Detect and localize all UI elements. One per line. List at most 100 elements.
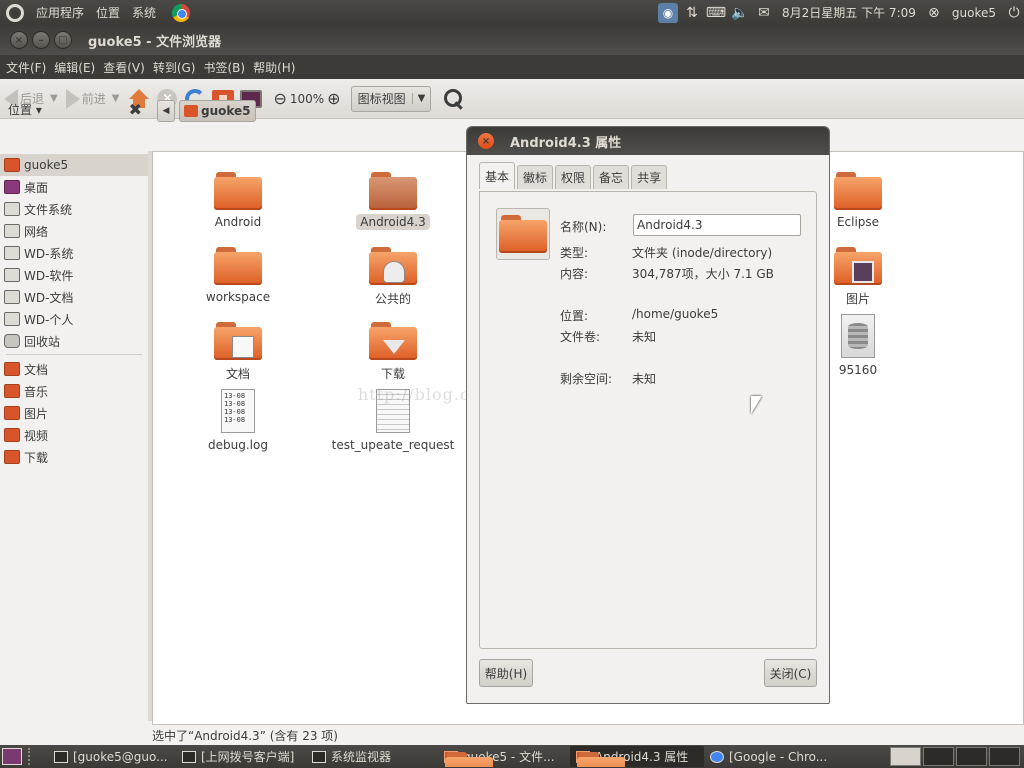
file-item[interactable]: workspace [173,247,303,305]
user-name[interactable]: guoke5 [948,6,1000,20]
desktop-icon [4,180,20,194]
sidebar-item-label: WD-文档 [24,290,74,305]
dialog-close-icon[interactable]: × [478,133,494,149]
file-name: Android [214,215,262,229]
view-mode-select[interactable]: 图标视图 ▼ [350,85,432,112]
workspace-2[interactable] [923,747,954,766]
task-system-monitor[interactable]: 系统监视器 [306,746,438,767]
close-button[interactable]: 关闭(C) [764,659,817,687]
sidebar-item-desktop[interactable]: 桌面 [0,176,148,198]
file-item-selected[interactable]: Android4.3 [328,172,458,230]
sidebar-header-label: 位置 [8,102,33,117]
task-label: 系统监视器 [331,750,392,764]
transfer-arrows-icon[interactable]: ⇅ [682,3,702,23]
sidebar-item-wd-software[interactable]: WD-软件 [0,264,148,286]
menu-edit[interactable]: 编辑(E) [50,59,99,76]
file-item[interactable]: 文档 [173,322,303,383]
sidebar-item-pictures[interactable]: 图片 [0,402,148,424]
workspace-1[interactable] [890,747,921,766]
menu-view[interactable]: 查看(V) [99,59,149,76]
tab-permissions[interactable]: 权限 [555,165,592,189]
task-file-browser[interactable]: guoke5 - 文件... [438,746,570,767]
sidebar-item-network[interactable]: 网络 [0,220,148,242]
help-button[interactable]: 帮助(H) [479,659,533,687]
menu-system[interactable]: 系统 [126,4,162,21]
window-maximize-button[interactable]: □ [54,31,72,49]
workspace-4[interactable] [989,747,1020,766]
sidebar-item-music[interactable]: 音乐 [0,380,148,402]
terminal-icon [54,750,68,763]
user-status-icon[interactable]: ⊗ [924,3,944,23]
sidebar-item-home[interactable]: guoke5 [0,154,148,176]
close-sidebar-icon[interactable]: ✖ [129,100,142,119]
sidebar-item-wd-system[interactable]: WD-系统 [0,242,148,264]
dialog-titlebar[interactable]: × Android4.3 属性 [467,127,829,155]
menu-help[interactable]: 帮助(H) [249,59,299,76]
task-properties[interactable]: Android4.3 属性 [570,746,704,767]
window-minimize-button[interactable]: – [32,31,50,49]
task-chrome[interactable]: [Google - Chro... [704,746,840,767]
ubuntu-logo-icon[interactable] [6,3,24,22]
power-icon[interactable]: ⏻ [1004,3,1024,23]
menu-applications[interactable]: 应用程序 [30,4,90,21]
clock[interactable]: 8月2日星期五 下午 7:09 [778,4,920,21]
window-titlebar[interactable]: × – □ guoke5 - 文件浏览器 [0,25,1024,55]
show-desktop-button[interactable] [2,748,22,765]
volume-icon[interactable]: 🔈 [730,3,750,23]
folder-icon-button[interactable] [496,208,550,260]
sidebar: guoke5 桌面 文件系统 网络 WD-系统 WD-软件 WD-文档 WD-个… [0,154,148,720]
sidebar-item-label: 文档 [24,362,49,377]
top-panel: 应用程序 位置 系统 ◉ ⇅ ⌨ 🔈 ✉ 8月2日星期五 下午 7:09 ⊗ g… [0,0,1024,25]
zoom-level: 100% [289,91,325,106]
tab-basic[interactable]: 基本 [479,162,516,189]
search-icon[interactable] [443,88,465,110]
menu-file[interactable]: 文件(F) [2,59,50,76]
sidebar-places-select[interactable]: 位置 ▾ [8,101,42,118]
file-name: Eclipse [836,215,880,229]
workspace-3[interactable] [956,747,987,766]
mail-icon[interactable]: ✉ [754,3,774,23]
task-dialer[interactable]: [上网拨号客户端] [176,746,306,767]
sidebar-item-downloads[interactable]: 下载 [0,446,148,468]
keyboard-icon[interactable]: ⌨ [706,3,726,23]
sidebar-item-wd-personal[interactable]: WD-个人 [0,308,148,330]
task-terminal[interactable]: [guoke5@guo... [48,746,176,767]
sidebar-item-videos[interactable]: 视频 [0,424,148,446]
menu-places[interactable]: 位置 [90,4,126,21]
task-label: [Google - Chro... [729,749,828,764]
sidebar-item-trash[interactable]: 回收站 [0,330,148,352]
public-folder-icon [369,247,417,285]
database-file-icon [841,314,875,358]
chrome-launcher-icon[interactable] [172,3,191,22]
trash-icon [4,334,20,348]
contents-label: 内容: [560,267,589,281]
name-field[interactable] [633,214,801,236]
zoom-out-icon[interactable]: ⊖ [273,89,286,108]
home-folder-icon [4,158,20,172]
file-item[interactable]: 13-08 13-08 13-08 13-08 debug.log [173,389,303,453]
tab-emblems[interactable]: 徽标 [517,165,554,189]
window-close-button[interactable]: × [10,31,28,49]
chrome-icon [710,750,724,763]
file-item[interactable]: 下载 [328,322,458,383]
sidebar-item-filesystem[interactable]: 文件系统 [0,198,148,220]
file-item[interactable]: Android [173,172,303,230]
workspace-switcher[interactable] [890,747,1020,766]
taskbar-handle[interactable] [28,748,42,765]
path-crumb-home[interactable]: guoke5 [179,100,256,122]
tab-notes[interactable]: 备忘 [593,165,630,189]
menu-go[interactable]: 转到(G) [149,59,200,76]
properties-dialog: × Android4.3 属性 基本 徽标 权限 备忘 共享 名称(N): 类型… [466,126,830,704]
path-scroll-left-button[interactable]: ◀ [157,100,175,122]
sidebar-item-documents[interactable]: 文档 [0,358,148,380]
file-item[interactable]: 公共的 [328,247,458,308]
zoom-in-icon[interactable]: ⊕ [327,89,340,108]
sidebar-item-wd-documents[interactable]: WD-文档 [0,286,148,308]
window-title: guoke5 - 文件浏览器 [88,34,222,50]
task-label: [上网拨号客户端] [201,750,295,764]
folder-icon [369,172,417,210]
menu-bookmarks[interactable]: 书签(B) [199,59,249,76]
network-manager-icon[interactable]: ◉ [658,2,679,23]
tab-share[interactable]: 共享 [631,165,668,189]
folder-icon [444,750,493,767]
